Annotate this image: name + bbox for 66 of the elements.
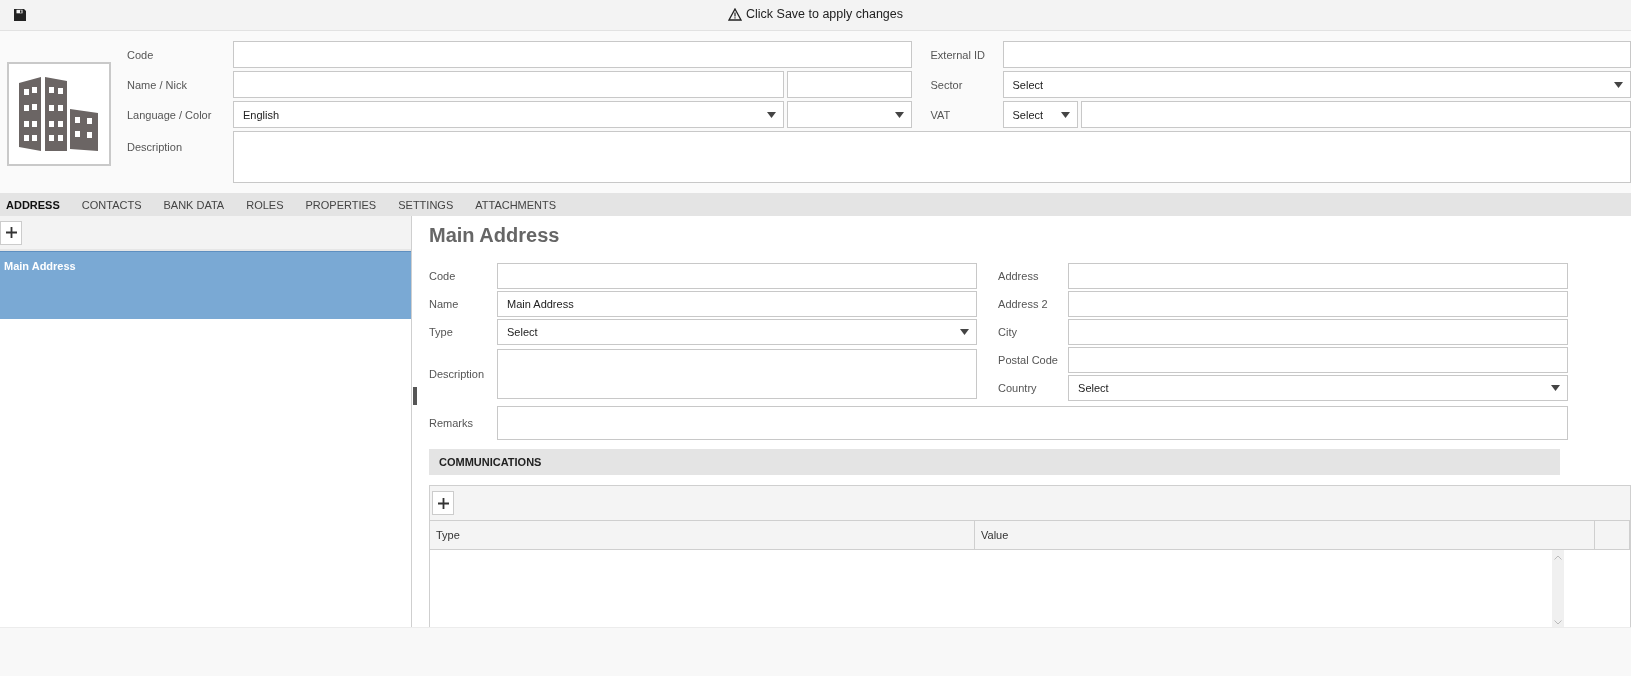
select-dropdown[interactable]: Select	[1002, 101, 1078, 128]
building-icon	[17, 75, 101, 153]
add-button[interactable]	[432, 491, 454, 515]
tab[interactable]: ROLES	[242, 198, 292, 211]
text-area[interactable]	[233, 131, 1631, 183]
column-header[interactable]: Type	[430, 521, 975, 549]
tab[interactable]: PROPERTIES	[301, 198, 385, 211]
caret-icon	[1614, 81, 1623, 88]
input-field[interactable]	[1068, 263, 1568, 289]
input-field[interactable]	[497, 263, 978, 289]
scrollbar[interactable]	[1552, 550, 1564, 627]
input-field[interactable]	[1068, 319, 1568, 345]
field-label: Code	[126, 48, 154, 61]
select-dropdown[interactable]: English	[233, 101, 784, 128]
caret-icon	[766, 111, 776, 118]
tab[interactable]: CONTACTS	[77, 198, 150, 211]
tab[interactable]: SETTINGS	[394, 198, 462, 211]
field-label: Code	[429, 270, 457, 282]
field-label: Address 2	[998, 298, 1049, 310]
input-field[interactable]	[233, 71, 784, 98]
tab[interactable]: ATTACHMENTS	[471, 198, 565, 211]
chevron-down-icon	[1554, 620, 1562, 625]
input-field[interactable]	[1002, 41, 1631, 68]
caret-icon	[894, 111, 904, 118]
add-button[interactable]	[0, 220, 22, 245]
field-label: Remarks	[429, 417, 474, 429]
input-field[interactable]	[1068, 347, 1568, 373]
plus-icon	[5, 227, 17, 238]
field-label: External ID	[929, 48, 985, 61]
input-field[interactable]: Main Address	[497, 291, 978, 317]
save-icon[interactable]	[14, 9, 26, 21]
column-header[interactable]: Value	[975, 521, 1595, 549]
field-label: Type	[429, 326, 454, 338]
caret-icon	[960, 329, 970, 335]
warning-icon	[728, 7, 742, 21]
field-label: Description	[126, 141, 183, 153]
section-title: Main Address	[429, 224, 561, 248]
select-dropdown[interactable]: Select	[497, 319, 978, 345]
tab[interactable]: ADDRESS	[2, 198, 68, 211]
field-label: Address	[998, 270, 1040, 282]
field-label: Language / Color	[126, 108, 212, 121]
input-field[interactable]	[1068, 291, 1568, 317]
select-dropdown[interactable]: Select	[1002, 71, 1631, 98]
caret-icon	[1060, 111, 1070, 118]
field-label: VAT	[929, 108, 951, 121]
field-label: City	[998, 326, 1018, 338]
field-label: Country	[998, 382, 1038, 394]
plus-icon	[437, 497, 449, 509]
field-label: Description	[429, 368, 486, 380]
field-label: Name	[429, 298, 460, 310]
select-dropdown[interactable]: Select	[1068, 375, 1568, 401]
input-field[interactable]	[1080, 101, 1631, 128]
field-label: Postal Code	[998, 354, 1059, 366]
field-label: Sector	[929, 78, 963, 91]
chevron-up-icon	[1554, 555, 1562, 560]
text-area[interactable]	[497, 349, 978, 399]
field-label: Name / Nick	[126, 78, 187, 91]
input-field[interactable]	[786, 71, 912, 98]
text-area[interactable]	[497, 406, 1568, 440]
caret-icon	[1551, 385, 1560, 391]
section-header: COMMUNICATIONS	[429, 449, 1560, 475]
tab[interactable]: BANK DATA	[159, 198, 233, 211]
splitter-handle[interactable]	[413, 387, 417, 405]
input-field[interactable]	[233, 41, 912, 68]
save-notice: Click Save to apply changes	[746, 7, 903, 21]
color-dropdown[interactable]	[786, 101, 912, 128]
